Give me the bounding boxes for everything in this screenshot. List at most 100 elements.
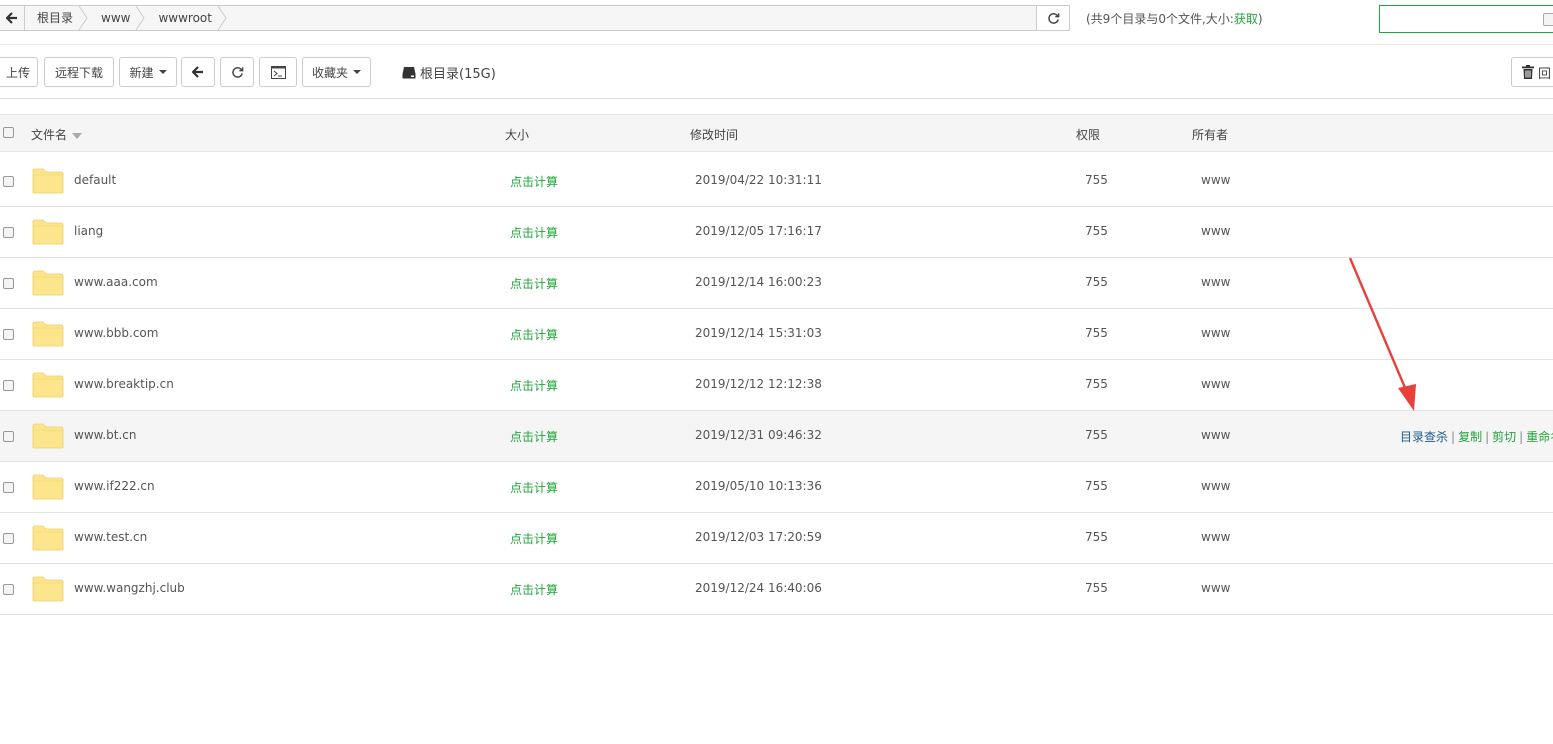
folder-icon xyxy=(32,321,64,347)
row-checkbox[interactable] xyxy=(3,431,14,442)
terminal-button[interactable] xyxy=(259,57,297,87)
table-row[interactable]: www.bbb.com 点击计算 2019/12/14 15:31:03 755 www xyxy=(0,309,1553,360)
row-checkbox[interactable] xyxy=(3,176,14,187)
owner-value[interactable]: www xyxy=(1201,581,1230,595)
modified-time: 2019/12/14 16:00:23 xyxy=(695,275,822,289)
copy-link[interactable]: 复制 xyxy=(1458,430,1482,444)
calc-size-link[interactable]: 点击计算 xyxy=(510,530,558,547)
folder-icon xyxy=(32,168,64,194)
row-checkbox[interactable] xyxy=(3,482,14,493)
file-name-link[interactable]: liang xyxy=(74,224,103,238)
file-name-link[interactable]: default xyxy=(74,173,116,187)
row-checkbox[interactable] xyxy=(3,278,14,289)
table-row[interactable]: www.wangzhj.club 点击计算 2019/12/24 16:40:06 7… xyxy=(0,564,1553,615)
file-name-link[interactable]: www.aaa.com xyxy=(74,275,158,289)
file-name-link[interactable]: www.bt.cn xyxy=(74,428,137,442)
file-name-link[interactable]: www.wangzhj.club xyxy=(74,581,185,595)
refresh-icon xyxy=(1047,12,1059,24)
permission-value[interactable]: 755 xyxy=(1085,377,1108,391)
table-row[interactable]: www.bt.cn 点击计算 2019/12/31 09:46:32 755 www 目录… xyxy=(0,411,1553,462)
modified-time: 2019/12/31 09:46:32 xyxy=(695,428,822,442)
calc-size-link[interactable]: 点击计算 xyxy=(510,224,558,241)
breadcrumb: 根目录 www wwwroot xyxy=(24,6,227,30)
favorites-dropdown-button[interactable]: 收藏夹 xyxy=(302,57,371,87)
owner-value[interactable]: www xyxy=(1201,224,1230,238)
row-checkbox[interactable] xyxy=(3,584,14,595)
hard-drive-icon xyxy=(402,67,416,79)
permission-value[interactable]: 755 xyxy=(1085,581,1108,595)
owner-value[interactable]: www xyxy=(1201,173,1230,187)
table-row[interactable]: default 点击计算 2019/04/22 10:31:11 755 www xyxy=(0,156,1553,207)
arrow-left-icon xyxy=(192,66,203,78)
table-row[interactable]: www.breaktip.cn 点击计算 2019/12/12 12:12:38 75… xyxy=(0,360,1553,411)
cut-link[interactable]: 剪切 xyxy=(1492,430,1516,444)
divider xyxy=(0,98,1553,99)
caret-down-icon xyxy=(353,70,361,74)
column-header-name[interactable]: 文件名 xyxy=(31,126,83,143)
permission-value[interactable]: 755 xyxy=(1085,173,1108,187)
breadcrumb-item-www[interactable]: www xyxy=(83,6,146,30)
column-header-size[interactable]: 大小 xyxy=(505,126,529,143)
calc-size-link[interactable]: 点击计算 xyxy=(510,479,558,496)
select-all-checkbox[interactable] xyxy=(3,127,14,138)
rename-link[interactable]: 重命名 xyxy=(1526,430,1553,444)
file-name-link[interactable]: www.bbb.com xyxy=(74,326,158,340)
refresh-icon xyxy=(231,66,243,78)
table-row[interactable]: liang 点击计算 2019/12/05 17:16:17 755 www xyxy=(0,207,1553,258)
file-name-link[interactable]: www.breaktip.cn xyxy=(74,377,174,391)
path-bar: 根目录 www wwwroot xyxy=(0,5,1070,31)
row-checkbox[interactable] xyxy=(3,329,14,340)
table-row[interactable]: www.aaa.com 点击计算 2019/12/14 16:00:23 755 www xyxy=(0,258,1553,309)
permission-value[interactable]: 755 xyxy=(1085,479,1108,493)
row-checkbox[interactable] xyxy=(3,533,14,544)
row-checkbox[interactable] xyxy=(3,227,14,238)
calc-size-link[interactable]: 点击计算 xyxy=(510,581,558,598)
owner-value[interactable]: www xyxy=(1201,428,1230,442)
permission-value[interactable]: 755 xyxy=(1085,530,1108,544)
permission-value[interactable]: 755 xyxy=(1085,428,1108,442)
search-subdir-checkbox[interactable] xyxy=(1543,13,1553,26)
get-size-link[interactable]: 获取 xyxy=(1234,12,1258,26)
permission-value[interactable]: 755 xyxy=(1085,275,1108,289)
remote-download-button[interactable]: 远程下载 xyxy=(44,57,114,87)
calc-size-link[interactable]: 点击计算 xyxy=(510,326,558,343)
calc-size-link[interactable]: 点击计算 xyxy=(510,428,558,445)
owner-value[interactable]: www xyxy=(1201,479,1230,493)
action-separator: | xyxy=(1485,430,1490,444)
modified-time: 2019/12/03 17:20:59 xyxy=(695,530,822,544)
calc-size-link[interactable]: 点击计算 xyxy=(510,275,558,292)
disk-selector[interactable]: 根目录(15G) xyxy=(402,63,496,82)
owner-value[interactable]: www xyxy=(1201,275,1230,289)
table-row[interactable]: www.if222.cn 点击计算 2019/05/10 10:13:36 755 ww… xyxy=(0,462,1553,513)
table-header: 文件名 大小 修改时间 权限 所有者 xyxy=(0,114,1553,152)
upload-button[interactable]: 上传 xyxy=(0,57,38,87)
breadcrumb-item-root[interactable]: 根目录 xyxy=(24,6,88,30)
divider xyxy=(0,44,1553,45)
scan-directory-link[interactable]: 目录查杀 xyxy=(1400,430,1448,444)
file-name-link[interactable]: www.test.cn xyxy=(74,530,147,544)
permission-value[interactable]: 755 xyxy=(1085,326,1108,340)
owner-value[interactable]: www xyxy=(1201,530,1230,544)
column-header-permission[interactable]: 权限 xyxy=(1076,126,1100,143)
folder-icon xyxy=(32,576,64,602)
search-input[interactable] xyxy=(1379,5,1553,33)
refresh-button[interactable] xyxy=(220,57,254,87)
modified-time: 2019/05/10 10:13:36 xyxy=(695,479,822,493)
column-header-owner[interactable]: 所有者 xyxy=(1192,126,1228,143)
recycle-bin-button[interactable]: 回 xyxy=(1511,57,1553,87)
back-button[interactable] xyxy=(181,57,215,87)
table-row[interactable]: www.test.cn 点击计算 2019/12/03 17:20:59 755 www xyxy=(0,513,1553,564)
row-checkbox[interactable] xyxy=(3,380,14,391)
permission-value[interactable]: 755 xyxy=(1085,224,1108,238)
calc-size-link[interactable]: 点击计算 xyxy=(510,377,558,394)
path-refresh-button[interactable] xyxy=(1036,6,1069,30)
calc-size-link[interactable]: 点击计算 xyxy=(510,173,558,190)
modified-time: 2019/12/05 17:16:17 xyxy=(695,224,822,238)
owner-value[interactable]: www xyxy=(1201,326,1230,340)
file-name-link[interactable]: www.if222.cn xyxy=(74,479,155,493)
owner-value[interactable]: www xyxy=(1201,377,1230,391)
breadcrumb-item-wwwroot[interactable]: wwwroot xyxy=(140,6,227,30)
column-header-mtime[interactable]: 修改时间 xyxy=(690,126,738,143)
new-dropdown-button[interactable]: 新建 xyxy=(119,57,177,87)
path-back-button[interactable] xyxy=(0,6,25,30)
